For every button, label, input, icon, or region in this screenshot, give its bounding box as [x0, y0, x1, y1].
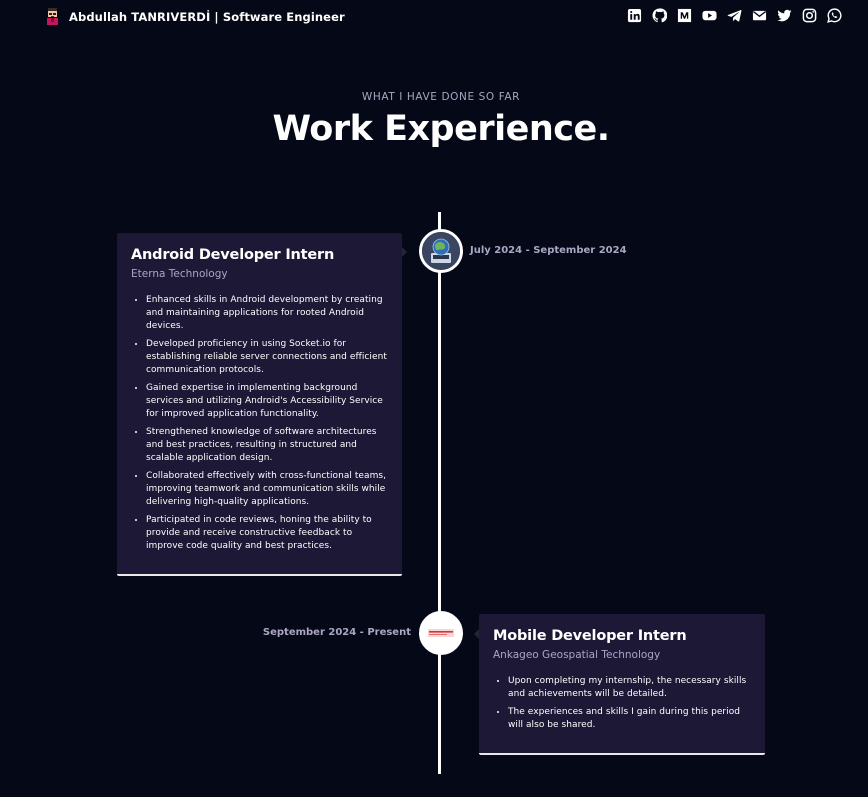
experience-point: Developed proficiency in using Socket.io… [146, 338, 388, 377]
experience-point: Participated in code reviews, honing the… [146, 514, 388, 553]
telegram-icon[interactable] [726, 7, 742, 23]
ankageo-logo-icon [419, 611, 463, 655]
experience-card: Android Developer Intern Eterna Technolo… [117, 233, 402, 576]
experience-point: Strengthened knowledge of software archi… [146, 426, 388, 465]
brand-text: Abdullah TANRIVERDİ | Software Engineer [69, 9, 345, 24]
instagram-icon[interactable] [801, 7, 817, 23]
github-icon[interactable] [651, 7, 667, 23]
whatsapp-icon[interactable] [826, 7, 842, 23]
experience-date: September 2024 - Present [262, 627, 411, 638]
experience-card: Mobile Developer Intern Ankageo Geospati… [479, 614, 765, 755]
experience-point: Gained expertise in implementing backgro… [146, 382, 388, 421]
experience-date: July 2024 - September 2024 [470, 245, 627, 256]
experience-point: The experiences and skills I gain during… [508, 706, 751, 732]
timeline-line [438, 212, 441, 774]
experience-point: Collaborated effectively with cross-func… [146, 470, 388, 509]
section-subtitle: WHAT I HAVE DONE SO FAR [361, 91, 521, 103]
email-icon[interactable] [751, 7, 767, 23]
youtube-icon[interactable] [701, 7, 717, 23]
company-name: Eterna Technology [131, 268, 228, 280]
twitter-icon[interactable] [776, 7, 792, 23]
linkedin-icon[interactable] [626, 7, 642, 23]
company-name: Ankageo Geospatial Technology [493, 649, 661, 661]
experience-points: Upon completing my internship, the neces… [493, 675, 751, 732]
card-arrow [402, 247, 407, 257]
eterna-logo-icon [419, 229, 463, 273]
experience-point: Enhanced skills in Android development b… [146, 294, 388, 333]
job-title: Android Developer Intern [131, 247, 335, 263]
experience-point: Upon completing my internship, the neces… [508, 675, 751, 701]
section-title: Work Experience. [272, 109, 610, 149]
medium-icon[interactable] [676, 7, 692, 23]
navbar: Abdullah TANRIVERDİ | Software Engineer [0, 0, 868, 34]
experience-points: Enhanced skills in Android development b… [131, 294, 388, 553]
brand-link[interactable]: Abdullah TANRIVERDİ | Software Engineer [44, 7, 345, 26]
avatar-icon [44, 7, 61, 26]
social-links [626, 7, 842, 23]
job-title: Mobile Developer Intern [493, 628, 687, 644]
